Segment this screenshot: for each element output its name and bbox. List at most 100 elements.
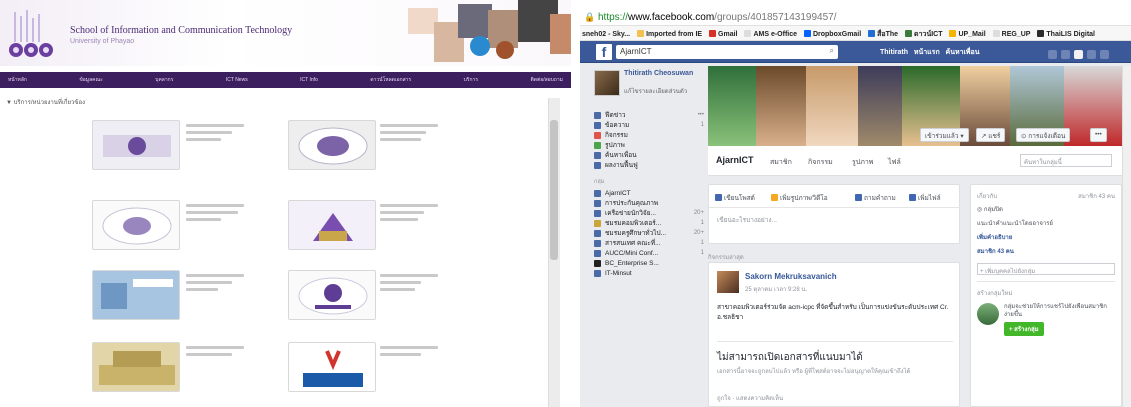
profile-name[interactable]: Thitirath Cheosuwan <box>624 69 702 78</box>
bookmark[interactable]: REG_UP <box>992 30 1030 38</box>
sidebar-group[interactable]: สารสนเทศ คณะที่... 1 <box>594 238 704 248</box>
sidebar-group[interactable]: AUCC/Mini Conf... 1 <box>594 248 704 258</box>
tab-members[interactable]: สมาชิก <box>770 157 792 168</box>
privacy-icon[interactable] <box>1087 50 1096 59</box>
edit-profile-link[interactable]: แก้ไขรายละเอียดส่วนตัว <box>624 88 702 96</box>
avatar[interactable] <box>717 271 739 293</box>
share-button[interactable]: ↗ แชร์ <box>976 128 1006 142</box>
address-bar[interactable]: 🔒 https://www.facebook.com/groups/401857… <box>580 9 1131 26</box>
messages-icon[interactable] <box>1061 50 1070 59</box>
fb-left-sidebar: Thitirath Cheosuwan แก้ไขรายละเอียดส่วนต… <box>594 66 704 407</box>
members-link[interactable]: สมาชิก 43 คน <box>977 248 1115 257</box>
create-group-button[interactable]: + สร้างกลุ่ม <box>1004 322 1044 336</box>
write-post-button[interactable]: เขียนโพสต์ <box>715 193 755 203</box>
friends-icon[interactable] <box>1048 50 1057 59</box>
pencil-icon <box>715 194 722 201</box>
nav-item[interactable]: ICT News <box>226 77 248 83</box>
service-card[interactable] <box>92 200 180 250</box>
bookmark[interactable]: sneh02 - Sky... <box>582 31 630 38</box>
right-facebook-window: 🔒 https://www.facebook.com/groups/401857… <box>580 0 1131 407</box>
add-member-input[interactable]: + เพิ่มบุคคลไปยังกลุ่ม <box>977 263 1115 275</box>
groups-header: กลุ่ม <box>594 179 605 185</box>
site-icon <box>949 30 957 37</box>
sidebar-group[interactable]: เครือข่ายนักวิจัย... 20+ <box>594 208 704 218</box>
scrollbar-thumb[interactable] <box>550 120 558 260</box>
nav-item[interactable]: บริการ <box>464 76 478 84</box>
chevron-down-icon[interactable] <box>1100 50 1109 59</box>
sidebar-group[interactable]: ชมรมครูศึกษาทั่วไป... 20+ <box>594 228 704 238</box>
tab-files[interactable]: ไฟล์ <box>888 157 901 168</box>
tab-events[interactable]: กิจกรรม <box>808 157 833 168</box>
service-card[interactable] <box>288 120 376 170</box>
group-name-tab[interactable]: AjarnICT <box>716 155 754 165</box>
card-text <box>186 270 244 304</box>
bookmark[interactable]: ThaiLIS Digital <box>1037 30 1095 38</box>
bookmark[interactable]: สื่อThe <box>868 30 898 38</box>
service-card[interactable] <box>288 200 376 250</box>
add-file-button[interactable]: เพิ่มไฟล์ <box>909 193 941 203</box>
search-icon[interactable]: ⌕ <box>830 46 834 56</box>
add-photo-button[interactable]: เพิ่มรูปภาพ/วิดีโอ <box>771 193 828 203</box>
service-card[interactable] <box>288 342 376 392</box>
sidebar-item[interactable]: ผลงานฟื้นฟู <box>594 160 704 170</box>
nav-item[interactable]: หน้าหลัก <box>8 76 27 84</box>
scrollbar[interactable] <box>1122 66 1131 407</box>
composer-input[interactable]: เขียนอะไรบางอย่าง... <box>717 215 777 225</box>
sidebar-item[interactable]: ฟีดข่าว ••• <box>594 110 704 120</box>
lock-icon: 🔒 <box>584 12 596 22</box>
bookmark[interactable]: ดาวน์ICT <box>905 30 943 38</box>
nav-item[interactable]: ดาวน์โหลดเอกสาร <box>370 76 411 84</box>
tab-photos[interactable]: รูปภาพ <box>852 157 873 168</box>
search-value: AjarnICT <box>620 47 652 56</box>
service-card[interactable] <box>92 270 180 320</box>
nav-item[interactable]: ข้อมูลคณะ <box>79 76 102 84</box>
facebook-top-bar: f AjarnICT ⌕ Thitirath หน้าแรก ค้นหาเพื่… <box>580 41 1131 63</box>
nav-item[interactable]: ICT Info <box>300 77 318 83</box>
home-link[interactable]: หน้าแรก <box>914 49 940 56</box>
find-friends-link[interactable]: ค้นหาเพื่อน <box>946 49 980 56</box>
gmail-icon <box>709 30 717 37</box>
service-card[interactable] <box>288 270 376 320</box>
post-author[interactable]: Sakorn Mekruksavanich <box>745 272 837 281</box>
card-logo-icon <box>103 135 171 157</box>
bookmark[interactable]: AMS e-Office <box>744 30 797 38</box>
sidebar-item[interactable]: ค้นหาเพื่อน <box>594 150 704 160</box>
card-logo-icon <box>298 277 368 315</box>
more-button[interactable]: ••• <box>1090 128 1107 142</box>
ask-question-button[interactable]: ถามคำถาม <box>855 193 896 203</box>
site-logo-icon <box>9 10 53 57</box>
avatar[interactable] <box>594 70 620 96</box>
bookmark[interactable]: Gmail <box>709 30 738 38</box>
facebook-search-input[interactable]: AjarnICT ⌕ <box>616 45 838 59</box>
page-icon <box>594 161 601 169</box>
bookmark[interactable]: DropboxGmail <box>803 30 861 38</box>
joined-button[interactable]: เข้าร่วมแล้ว ▾ <box>920 128 969 142</box>
sidebar-group[interactable]: BC_Enterprise S... <box>594 258 704 268</box>
events-icon <box>594 131 601 139</box>
profile-link[interactable]: Thitirath <box>880 49 908 56</box>
sidebar-group[interactable]: AjarnICT <box>594 188 704 198</box>
sidebar-item[interactable]: รูปภาพ <box>594 140 704 150</box>
group-search-input[interactable]: ค้นหาในกลุ่มนี้ <box>1020 154 1112 167</box>
divider <box>709 207 961 208</box>
facebook-logo-icon[interactable]: f <box>596 44 612 60</box>
create-group-promo: กลุ่มจะช่วยให้การแชร์ไปยังเพื่อนสมาชิกง่… <box>977 303 1115 336</box>
bookmark[interactable]: UP_Mail <box>949 30 986 38</box>
bookmark[interactable]: Imported from IE <box>637 30 702 38</box>
sidebar-item[interactable]: กิจกรรม <box>594 130 704 140</box>
nav-item[interactable]: บุคลากร <box>155 76 173 84</box>
nav-item[interactable]: ติดต่อ/สอบถาม <box>530 76 563 84</box>
add-description-link[interactable]: เพิ่มคำอธิบาย <box>977 234 1115 243</box>
member-count[interactable]: สมาชิก 43 คน <box>1078 191 1115 201</box>
post-actions[interactable]: ถูกใจ · แสดงความคิดเห็น <box>717 393 783 403</box>
service-card[interactable] <box>92 120 180 170</box>
post-time[interactable]: 25 ตุลาคม เวลา 9:28 น. <box>745 284 807 294</box>
bookmarks-bar: sneh02 - Sky... Imported from IE Gmail A… <box>580 26 1131 41</box>
sidebar-item[interactable]: ข้อความ 1 <box>594 120 704 130</box>
sidebar-group[interactable]: IT-Minsut <box>594 268 704 278</box>
service-card[interactable] <box>92 342 180 392</box>
notifications-button[interactable]: ⊙ การแจ้งเตือน <box>1016 128 1071 142</box>
sidebar-group[interactable]: ชมรมคอมพิวเตอร์... 1 <box>594 218 704 228</box>
sidebar-group[interactable]: การประกันคุณภาพ <box>594 198 704 208</box>
notifications-icon[interactable] <box>1074 50 1083 59</box>
